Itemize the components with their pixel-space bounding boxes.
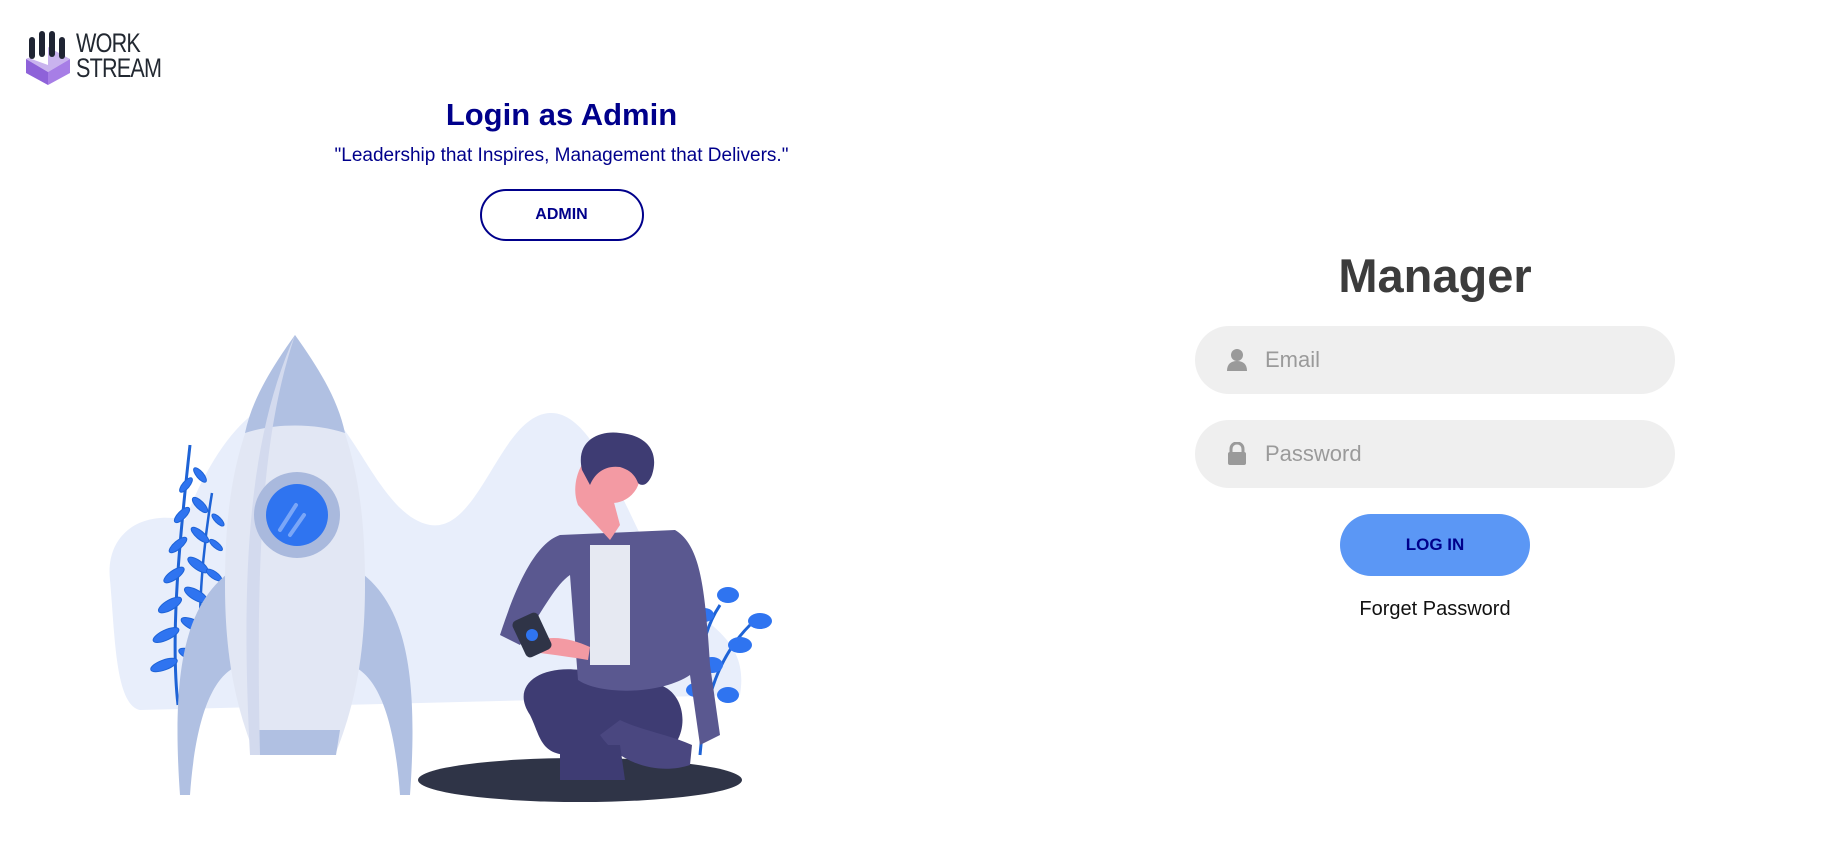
email-input[interactable]	[1265, 340, 1635, 380]
form-fields	[1195, 326, 1675, 488]
password-input[interactable]	[1265, 434, 1635, 474]
admin-title: Login as Admin	[445, 97, 678, 132]
manager-login-form: Manager Email LOG IN Forget Password	[1195, 240, 1675, 621]
logo-line-2: STREAM	[76, 53, 162, 83]
password-field[interactable]	[1195, 420, 1675, 488]
rocket-window	[266, 484, 328, 546]
admin-quote: "Leadership that Inspires, Management th…	[334, 145, 789, 166]
hexagon-cube-logo-icon	[26, 31, 70, 85]
logo-wordmark: WORK STREAM	[76, 30, 162, 83]
login-button[interactable]: LOG IN	[1340, 514, 1530, 576]
rocket-base-band	[250, 730, 340, 755]
admin-button[interactable]: ADMIN	[479, 189, 644, 241]
brand-logo: WORK STREAM	[24, 27, 183, 85]
login-page: WORK STREAM Login as Admin "Leadership t…	[0, 0, 1835, 862]
form-title: Manager	[1338, 249, 1532, 302]
login-button-wrap: LOG IN	[1195, 514, 1675, 576]
rocket-and-person-illustration	[109, 335, 772, 802]
lock-icon	[1225, 442, 1249, 466]
user-icon	[1225, 348, 1249, 372]
email-field[interactable]	[1195, 326, 1675, 394]
rocket-nose	[245, 335, 345, 433]
admin-panel: Login as Admin "Leadership that Inspires…	[0, 90, 1123, 241]
forget-password-link[interactable]: Forget Password	[1195, 598, 1675, 621]
